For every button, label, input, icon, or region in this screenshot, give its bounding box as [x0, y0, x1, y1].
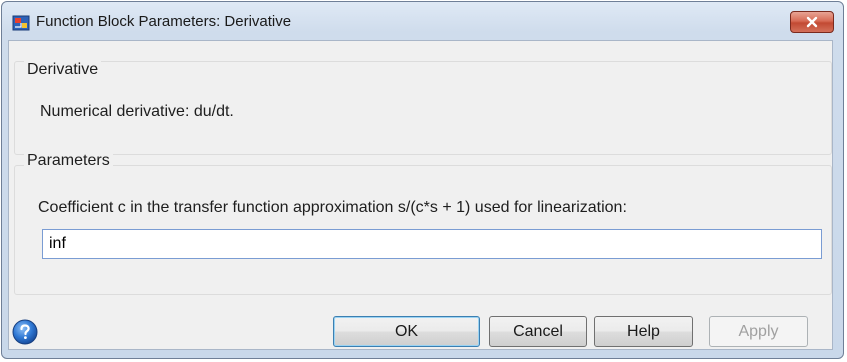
- help-icon[interactable]: [12, 319, 38, 345]
- cancel-button[interactable]: Cancel: [489, 316, 587, 347]
- help-button[interactable]: Help: [594, 316, 693, 347]
- block-description: Numerical derivative: du/dt.: [40, 103, 234, 120]
- ok-button[interactable]: OK: [333, 316, 480, 347]
- derivative-group-label: Derivative: [24, 61, 102, 79]
- parameters-group-label: Parameters: [24, 152, 113, 170]
- title-bar[interactable]: Function Block Parameters: Derivative: [2, 2, 843, 42]
- close-button[interactable]: [790, 11, 834, 33]
- window-title: Function Block Parameters: Derivative: [36, 13, 292, 30]
- simulink-block-icon: [12, 14, 30, 32]
- coefficient-input[interactable]: [42, 229, 822, 259]
- coefficient-label: Coefficient c in the transfer function a…: [38, 199, 627, 216]
- apply-button[interactable]: Apply: [709, 316, 808, 347]
